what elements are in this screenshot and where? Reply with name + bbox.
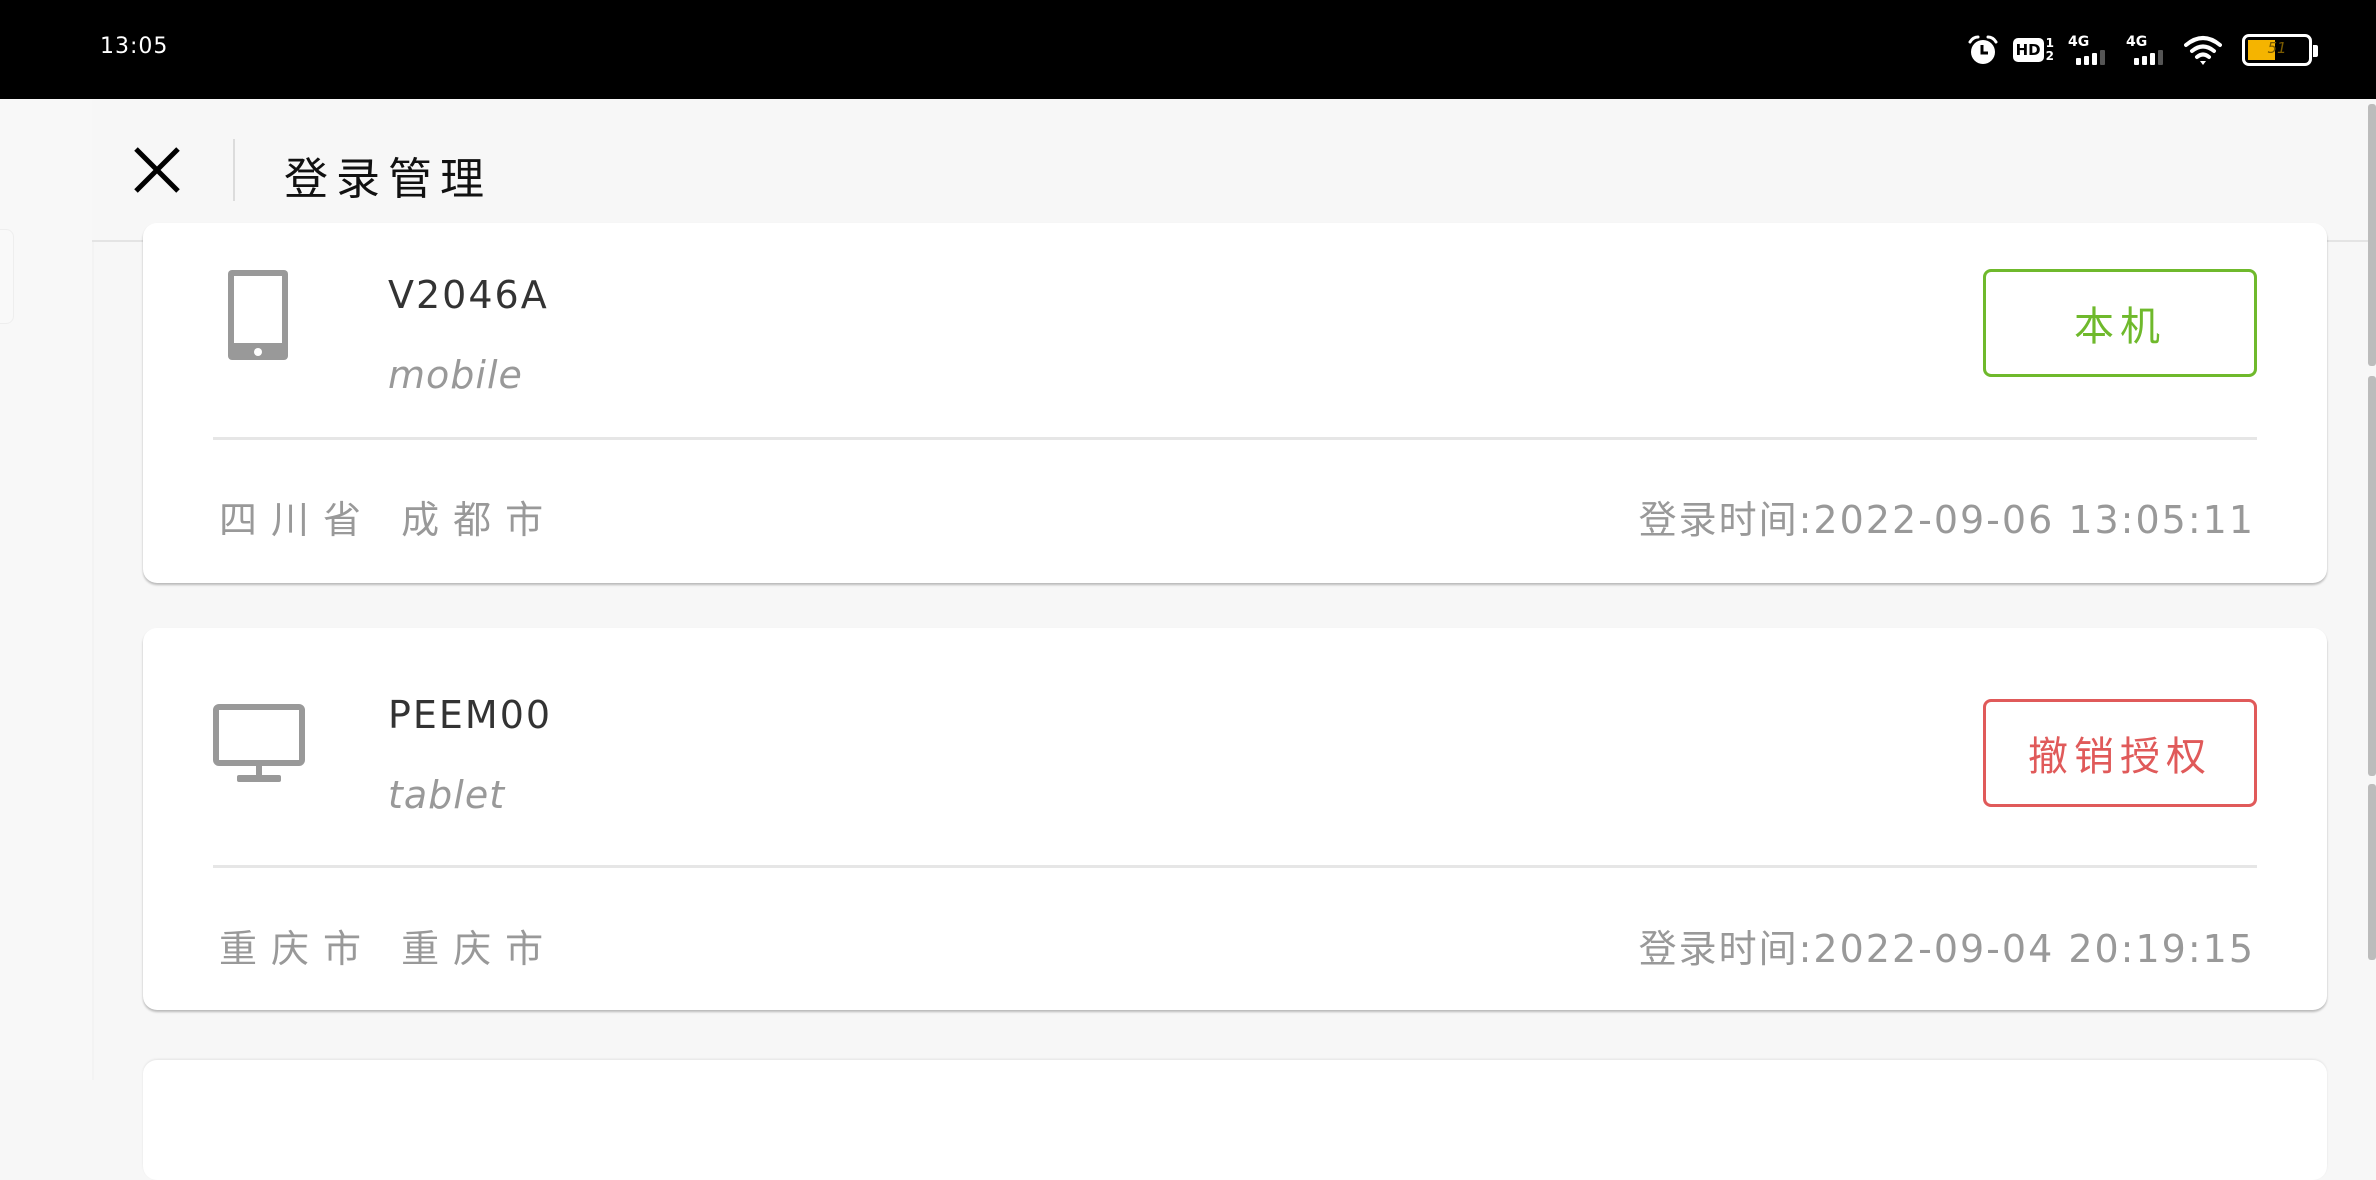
- left-panel: [0, 99, 92, 1080]
- device-name: V2046A: [388, 273, 549, 317]
- divider: [92, 99, 94, 1080]
- alarm-icon: [1968, 35, 1998, 64]
- signal-4g-icon: 4G: [2068, 35, 2112, 65]
- header: 登录管理: [92, 99, 2376, 242]
- card-divider: [213, 865, 2257, 868]
- device-type: mobile: [388, 353, 523, 397]
- device-location: 重庆市 重庆市: [219, 927, 558, 971]
- status-icons: HD 1 2 4G 4G 51: [1967, 30, 2318, 70]
- header-divider: [233, 139, 235, 201]
- card-divider: [213, 437, 2257, 440]
- wifi-icon: [2184, 36, 2222, 65]
- status-bar: 13:05 HD 1 2 4G 4G 51: [0, 0, 2376, 99]
- scrollbar[interactable]: [2368, 104, 2376, 960]
- signal-4g-icon: 4G: [2126, 35, 2170, 65]
- battery-icon: 51: [2242, 34, 2318, 66]
- device-type: tablet: [388, 773, 506, 817]
- page-title: 登录管理: [284, 154, 492, 205]
- device-location: 四川省 成都市: [219, 498, 558, 542]
- current-device-button[interactable]: 本机: [1983, 269, 2257, 377]
- login-time: 登录时间:2022-09-06 13:05:11: [1638, 498, 2255, 542]
- device-name: PEEM00: [388, 693, 553, 737]
- monitor-icon: [213, 704, 305, 782]
- device-card: V2046A mobile 本机 四川省 成都市 登录时间:2022-09-06…: [143, 223, 2327, 583]
- device-card: [143, 1060, 2327, 1180]
- status-time: 13:05: [100, 34, 169, 59]
- device-card: PEEM00 tablet 撤销授权 重庆市 重庆市 登录时间:2022-09-…: [143, 628, 2327, 1010]
- panel-handle: [0, 229, 14, 324]
- login-time: 登录时间:2022-09-04 20:19:15: [1638, 927, 2255, 971]
- close-button[interactable]: [132, 145, 182, 195]
- revoke-authorization-button[interactable]: 撤销授权: [1983, 699, 2257, 807]
- close-icon: [134, 147, 180, 193]
- hd-voice-icon: HD 1 2: [2012, 37, 2054, 63]
- mobile-phone-icon: [228, 270, 288, 360]
